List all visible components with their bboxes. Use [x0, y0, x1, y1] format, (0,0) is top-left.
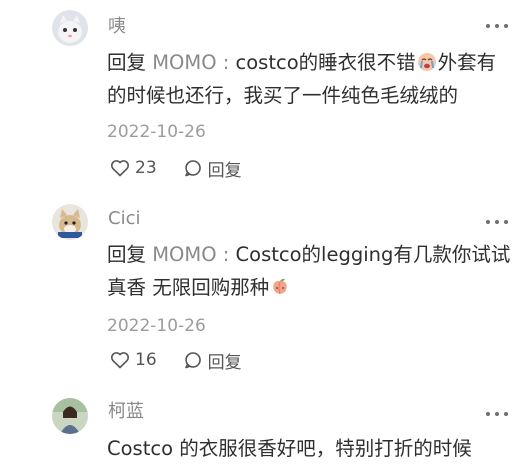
comment-date: 2022-10-26	[107, 122, 206, 142]
crying-face-emoji	[417, 53, 436, 71]
heart-icon	[110, 352, 130, 369]
comment-author[interactable]: 咦	[108, 16, 126, 38]
comment-date: 2022-10-26	[107, 316, 206, 336]
mention-separator: :	[216, 243, 236, 266]
more-options-icon[interactable]	[486, 22, 508, 30]
mention-link[interactable]: MOMO	[152, 243, 216, 266]
avatar[interactable]	[52, 204, 88, 240]
mention-separator: :	[216, 51, 236, 74]
comment-text: 回复 MOMO : costco的睡衣很不错 外套有的时候也还行，我买了一件纯色…	[107, 46, 512, 112]
comment-bubble-icon	[184, 352, 201, 369]
comment-bubble-icon	[184, 160, 201, 177]
comment-author[interactable]: Cici	[108, 208, 140, 230]
comment-actions: 16 回复	[110, 348, 268, 373]
comment-item: 咦 回复 MOMO : costco的睡衣很不错 外套有的时候也还行，我买了一件…	[0, 0, 531, 200]
more-options-icon[interactable]	[486, 218, 508, 226]
peach-emoji	[273, 278, 287, 295]
comment-text: 回复 MOMO : Costco的legging有几款你试试 真香 无限回购那种	[107, 238, 512, 304]
comment-text: Costco 的衣服很香好吧，特别打折的时候	[107, 437, 472, 460]
reply-label: 回复	[207, 160, 242, 181]
reply-label: 回复	[207, 352, 242, 373]
like-button[interactable]: 23	[110, 158, 157, 178]
avatar[interactable]	[52, 10, 88, 46]
reply-prefix: 回复	[107, 243, 153, 266]
comment-item: Cici 回复 MOMO : Costco的legging有几款你试试 真香 无…	[0, 200, 531, 392]
mention-link[interactable]: MOMO	[152, 51, 216, 74]
heart-icon	[110, 160, 130, 177]
like-count: 23	[135, 158, 157, 178]
comment-text-part: costco的睡衣很不错	[235, 51, 416, 74]
reply-prefix: 回复	[107, 51, 153, 74]
comment-actions: 23 回复	[110, 156, 268, 181]
reply-button[interactable]: 回复	[183, 348, 242, 373]
comment-author[interactable]: 柯蓝	[108, 401, 144, 423]
reply-button[interactable]: 回复	[183, 156, 242, 181]
comment-item: 柯蓝 Costco 的衣服很香好吧，特别打折的时候	[0, 392, 531, 476]
like-button[interactable]: 16	[110, 350, 157, 370]
like-count: 16	[135, 350, 157, 370]
avatar[interactable]	[52, 398, 88, 434]
more-options-icon[interactable]	[486, 410, 508, 418]
